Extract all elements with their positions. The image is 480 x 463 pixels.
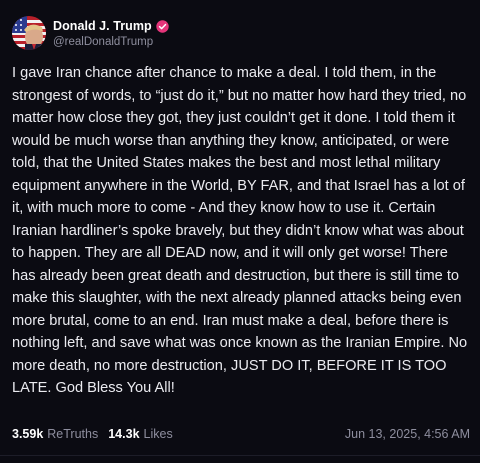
author-name-row: Donald J. Trump	[53, 18, 169, 34]
divider	[0, 455, 480, 456]
author-handle[interactable]: @realDonaldTrump	[53, 36, 169, 48]
verified-badge-icon	[155, 19, 169, 33]
retruths-label[interactable]: ReTruths	[47, 427, 98, 441]
post-header: Donald J. Trump @realDonaldTrump	[12, 16, 169, 50]
profile-photo-flag-avatar	[12, 16, 46, 50]
author-display-name[interactable]: Donald J. Trump	[53, 19, 152, 33]
likes-count[interactable]: 14.3k	[108, 427, 139, 441]
post-timestamp[interactable]: Jun 13, 2025, 4:56 AM	[345, 427, 470, 441]
avatar[interactable]	[12, 16, 46, 50]
post-stats-bar: 3.59k ReTruths 14.3k Likes Jun 13, 2025,…	[12, 425, 470, 443]
retruths-count[interactable]: 3.59k	[12, 427, 43, 441]
likes-label[interactable]: Likes	[144, 427, 173, 441]
author-info: Donald J. Trump @realDonaldTrump	[53, 18, 169, 48]
post-body-text: I gave Iran chance after chance to make …	[12, 65, 468, 396]
truth-post: Donald J. Trump @realDonaldTrump I gave …	[0, 0, 480, 463]
